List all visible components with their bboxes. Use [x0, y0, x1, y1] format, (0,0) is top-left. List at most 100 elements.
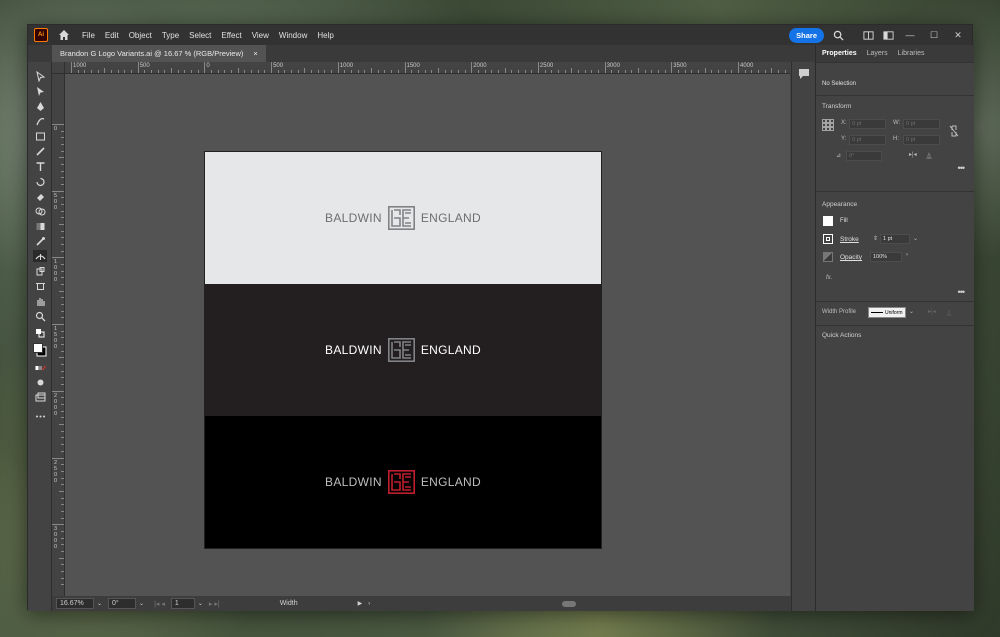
- comments-icon[interactable]: [797, 68, 811, 80]
- menubar-right: Share — ☐ ✕: [789, 27, 972, 43]
- width-tool-icon[interactable]: [33, 250, 47, 262]
- properties-panel: Properties Layers Libraries No Selection…: [815, 45, 974, 611]
- ruler-tick: [61, 544, 64, 546]
- first-artboard-icon[interactable]: |◂ ◂: [154, 600, 165, 608]
- stroke-stepper-icon[interactable]: ⇕: [873, 235, 878, 242]
- height-field[interactable]: 0 pt: [903, 135, 940, 145]
- fx-icon[interactable]: fx.: [826, 275, 832, 281]
- maximize-button[interactable]: ☐: [926, 30, 942, 41]
- menu-window[interactable]: Window: [279, 31, 307, 40]
- logo-band-black[interactable]: BALDWIN ENGLAND: [205, 416, 601, 548]
- rotate-dropdown-icon[interactable]: ⌄: [139, 600, 144, 607]
- menu-help[interactable]: Help: [317, 31, 333, 40]
- draw-mode-icon[interactable]: [33, 376, 47, 388]
- close-button[interactable]: ✕: [950, 30, 966, 41]
- ruler-tick: [61, 330, 64, 332]
- scroll-left-icon[interactable]: ‹: [368, 601, 370, 607]
- hand-tool-icon[interactable]: [33, 295, 47, 307]
- constrain-proportions-icon[interactable]: [949, 125, 959, 137]
- minimize-button[interactable]: —: [902, 30, 918, 40]
- canvas[interactable]: BALDWIN ENGLAND BALDWIN ENGLAND BALDWIN …: [65, 74, 790, 596]
- width-profile-select[interactable]: Uniform: [868, 307, 906, 318]
- width-profile-dropdown-icon[interactable]: ⌄: [909, 308, 914, 315]
- home-icon[interactable]: [58, 29, 70, 41]
- tab-properties[interactable]: Properties: [822, 50, 857, 57]
- ruler-label: 2500: [54, 459, 58, 484]
- zoom-dropdown-icon[interactable]: ⌄: [97, 600, 102, 607]
- rotate-angle-field[interactable]: 0°: [846, 151, 882, 161]
- eraser-tool-icon[interactable]: [33, 190, 47, 202]
- ruler-tick: [61, 310, 64, 312]
- status-menu-icon[interactable]: ▶: [358, 600, 363, 607]
- artboard[interactable]: BALDWIN ENGLAND BALDWIN ENGLAND BALDWIN …: [204, 151, 602, 549]
- reference-point-icon[interactable]: [822, 119, 834, 131]
- workspace-switcher-icon[interactable]: [882, 29, 894, 41]
- rotate-tool-icon[interactable]: [33, 175, 47, 187]
- logo-band-dark[interactable]: BALDWIN ENGLAND: [205, 284, 601, 416]
- shape-builder-tool-icon[interactable]: [33, 205, 47, 217]
- arrange-documents-icon[interactable]: [862, 29, 874, 41]
- rectangle-tool-icon[interactable]: [33, 130, 47, 142]
- selection-tool-icon[interactable]: [33, 70, 47, 82]
- stroke-label[interactable]: Stroke: [840, 236, 859, 243]
- fill-swatch[interactable]: [823, 216, 833, 226]
- fill-stroke-icon[interactable]: [33, 342, 47, 358]
- edit-toolbar-icon[interactable]: [33, 410, 47, 422]
- stroke-dropdown-icon[interactable]: ⌄: [913, 235, 918, 242]
- opacity-label[interactable]: Opacity: [840, 254, 862, 261]
- menu-edit[interactable]: Edit: [105, 31, 119, 40]
- tab-libraries[interactable]: Libraries: [898, 50, 925, 57]
- flip-along-icon[interactable]: ▸|◂: [928, 308, 936, 315]
- width-field[interactable]: 0 pt: [903, 119, 940, 129]
- menu-object[interactable]: Object: [129, 31, 152, 40]
- zoom-tool-icon[interactable]: [33, 310, 47, 322]
- share-button[interactable]: Share: [789, 27, 824, 43]
- flip-across-icon[interactable]: ⏅: [946, 308, 952, 317]
- rotate-view-field[interactable]: 0°: [108, 598, 137, 609]
- x-field[interactable]: 0 pt: [849, 119, 886, 129]
- opacity-field[interactable]: 100%: [870, 252, 902, 262]
- stroke-weight-field[interactable]: 1 pt: [880, 234, 910, 244]
- eyedropper-tool-icon[interactable]: [33, 235, 47, 247]
- screen-mode-icon[interactable]: [33, 391, 47, 403]
- appearance-more-icon[interactable]: •••: [958, 287, 966, 297]
- direct-selection-tool-icon[interactable]: [33, 85, 47, 97]
- menu-type[interactable]: Type: [162, 31, 179, 40]
- symbol-sprayer-tool-icon[interactable]: [33, 265, 47, 277]
- opacity-arrow-icon[interactable]: ›: [906, 252, 908, 258]
- document-tab[interactable]: Brandon G Logo Variants.ai @ 16.67 % (RG…: [52, 45, 266, 62]
- type-tool-icon[interactable]: [33, 160, 47, 172]
- menu-select[interactable]: Select: [189, 31, 211, 40]
- pen-tool-icon[interactable]: [33, 100, 47, 112]
- search-icon[interactable]: [832, 29, 844, 41]
- last-artboard-icon[interactable]: ▸ ▸|: [209, 600, 220, 608]
- ruler-tick: [61, 244, 64, 246]
- opacity-icon[interactable]: [823, 252, 833, 262]
- artboard-dropdown-icon[interactable]: ⌄: [198, 600, 203, 607]
- flip-vertical-icon[interactable]: ⏅: [926, 151, 932, 160]
- curvature-tool-icon[interactable]: [33, 115, 47, 127]
- horizontal-scroll-thumb[interactable]: [562, 600, 577, 607]
- artboard-number-field[interactable]: 1: [170, 598, 195, 609]
- artboard-tool-icon[interactable]: [33, 280, 47, 292]
- width-profile-label: Width Profile: [822, 309, 857, 315]
- gradient-tool-icon[interactable]: [33, 220, 47, 232]
- default-colors-icon[interactable]: [33, 327, 47, 339]
- color-modes-icon[interactable]: [33, 362, 47, 374]
- menu-view[interactable]: View: [252, 31, 269, 40]
- menu-effect[interactable]: Effect: [221, 31, 241, 40]
- paintbrush-tool-icon[interactable]: [33, 145, 47, 157]
- ruler-tick: [637, 68, 639, 73]
- menu-file[interactable]: File: [82, 31, 95, 40]
- transform-more-icon[interactable]: •••: [958, 163, 966, 173]
- tab-layers[interactable]: Layers: [867, 50, 888, 57]
- ruler-origin[interactable]: [52, 62, 65, 74]
- zoom-level-field[interactable]: 16.67%: [56, 598, 94, 609]
- close-tab-icon[interactable]: ×: [253, 49, 257, 58]
- stroke-swatch[interactable]: [823, 234, 833, 244]
- y-field[interactable]: 0 pt: [849, 135, 886, 145]
- logo-band-light[interactable]: BALDWIN ENGLAND: [205, 152, 601, 284]
- ruler-tick: [424, 70, 426, 73]
- flip-horizontal-icon[interactable]: ▸|◂: [909, 151, 917, 158]
- uniform-line-icon: [871, 311, 883, 314]
